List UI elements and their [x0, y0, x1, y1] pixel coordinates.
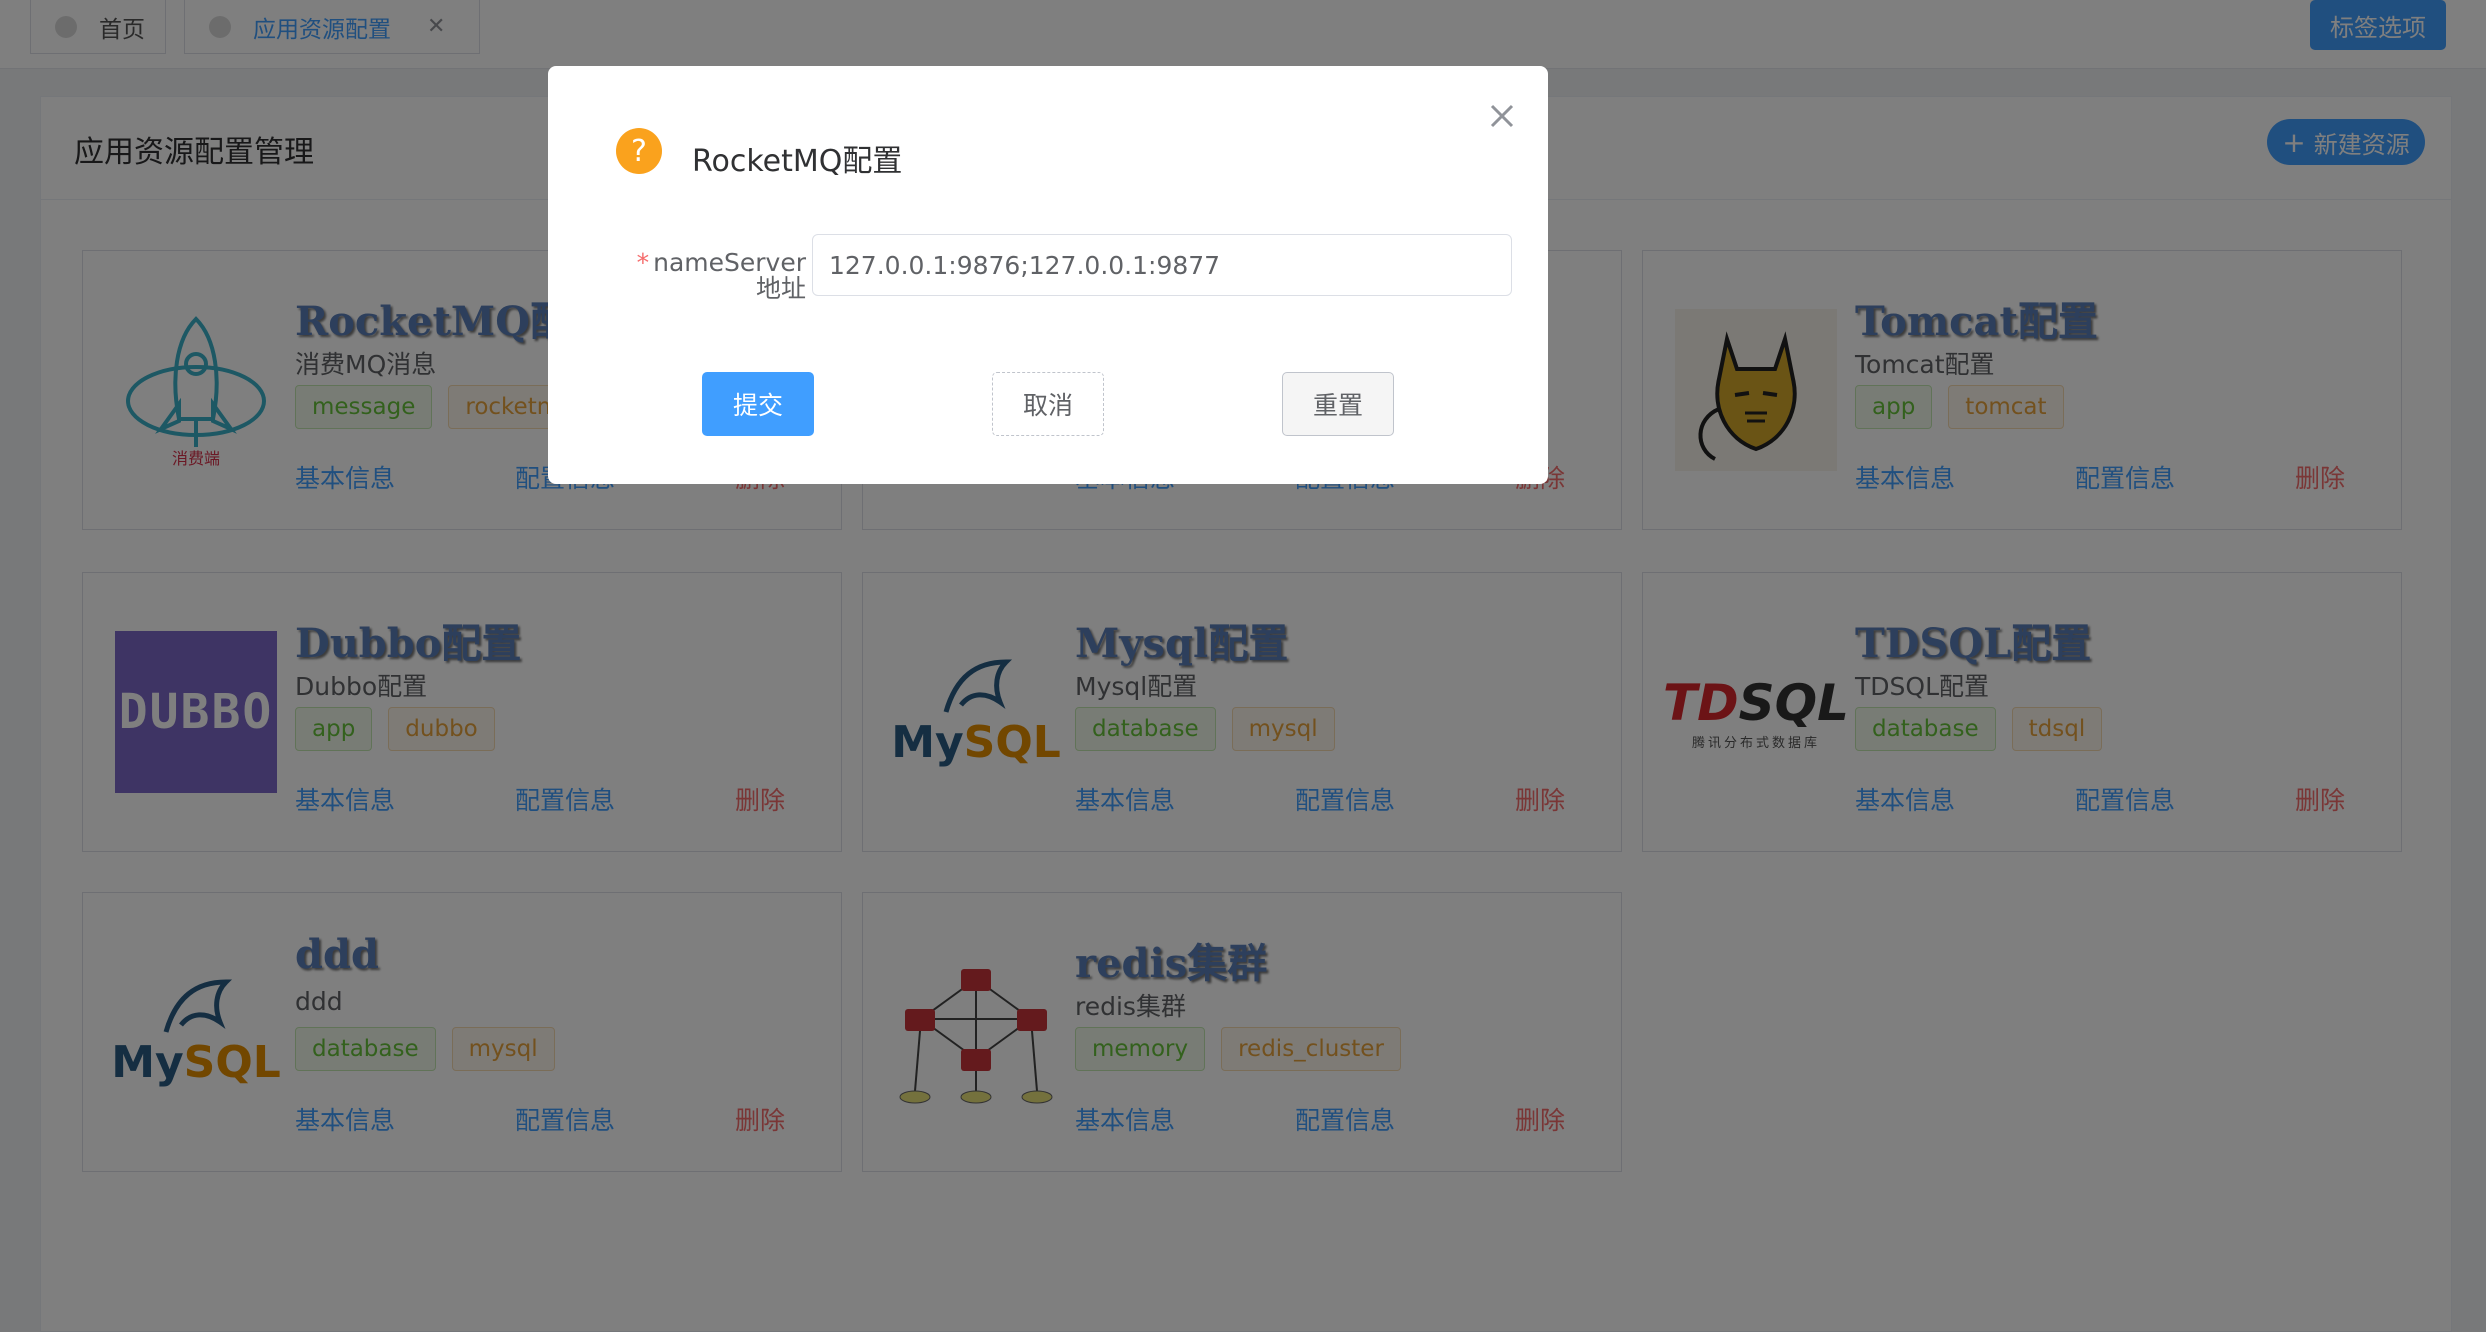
- rocketmq-config-dialog: ? RocketMQ配置 *nameServer 地址 提交 取消 重置: [548, 66, 1548, 484]
- question-icon: ?: [616, 128, 662, 174]
- reset-button[interactable]: 重置: [1282, 372, 1394, 436]
- close-icon[interactable]: [1484, 98, 1520, 134]
- cancel-button[interactable]: 取消: [992, 372, 1104, 436]
- required-mark: *: [636, 248, 650, 277]
- dialog-title: RocketMQ配置: [692, 144, 903, 179]
- label-line1: nameServer: [653, 248, 806, 277]
- nameserver-input[interactable]: [812, 234, 1512, 296]
- nameserver-label: * nameServer 地址: [606, 250, 806, 302]
- label-line2: 地址: [755, 274, 806, 303]
- submit-button[interactable]: 提交: [702, 372, 814, 436]
